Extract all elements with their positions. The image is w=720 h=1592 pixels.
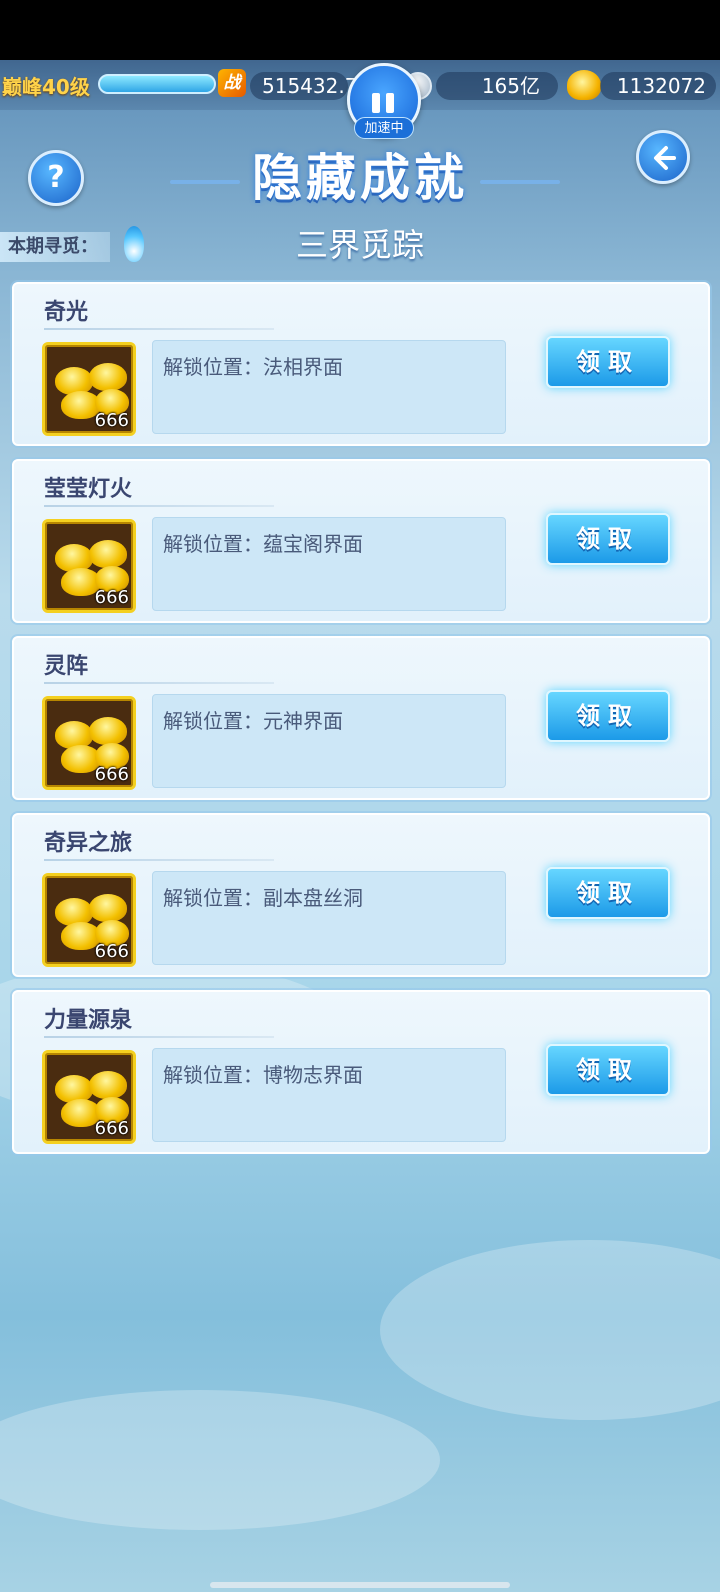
divider — [44, 859, 274, 861]
divider — [44, 328, 274, 330]
page-title: 隐藏成就 — [252, 149, 468, 207]
period-label: 本期寻觅： — [0, 232, 110, 262]
achievement-name: 奇异之旅 — [44, 831, 133, 856]
back-arrow-icon — [654, 146, 676, 170]
reward-item[interactable]: 666 — [42, 696, 136, 790]
claim-button[interactable]: 领取 — [546, 867, 670, 919]
unlock-location-text: 解锁位置：副本盘丝洞 — [163, 886, 363, 910]
achievement-name: 力量源泉 — [44, 1008, 133, 1033]
reward-count: 666 — [94, 1118, 129, 1139]
pause-icon — [386, 93, 394, 113]
reward-item[interactable]: 666 — [42, 342, 136, 436]
speed-status-label: 加速中 — [354, 117, 414, 139]
gold-ingot-icon — [89, 540, 127, 568]
claim-button[interactable]: 领取 — [546, 1044, 670, 1096]
background-mist — [0, 1390, 440, 1530]
unlock-location-text: 解锁位置：元神界面 — [163, 709, 343, 733]
combat-power-value: 515432.7 — [250, 72, 357, 100]
experience-bar — [98, 74, 216, 94]
achievement-card: 力量源泉 666 解锁位置：博物志界面 领取 — [12, 990, 710, 1154]
silver-amount: 165亿 — [436, 72, 558, 100]
achievement-card: 奇光 666 解锁位置：法相界面 领取 — [12, 282, 710, 446]
gold-ingot-icon — [567, 70, 601, 100]
claim-button[interactable]: 领取 — [546, 336, 670, 388]
back-button[interactable] — [636, 130, 690, 184]
achievement-name: 灵阵 — [44, 654, 89, 679]
gold-amount: 1132072 — [600, 72, 716, 100]
achievement-name: 莹莹灯火 — [44, 477, 133, 502]
reward-count: 666 — [94, 764, 129, 785]
reward-count: 666 — [94, 587, 129, 608]
unlock-description-box: 解锁位置：蕴宝阁界面 — [152, 517, 506, 611]
unlock-location-text: 解锁位置：法相界面 — [163, 355, 343, 379]
game-screen: 巅峰40级 战 515432.7 165亿 1132072 加速中 ? 隐藏成就… — [0, 60, 720, 1592]
claim-button[interactable]: 领取 — [546, 690, 670, 742]
reward-item[interactable]: 666 — [42, 873, 136, 967]
unlock-location-text: 解锁位置：博物志界面 — [163, 1063, 363, 1087]
divider — [44, 682, 274, 684]
achievement-name: 奇光 — [44, 300, 89, 325]
reward-item[interactable]: 666 — [42, 519, 136, 613]
reward-item[interactable]: 666 — [42, 1050, 136, 1144]
divider — [44, 1036, 274, 1038]
unlock-location-text: 解锁位置：蕴宝阁界面 — [163, 532, 363, 556]
combat-power-icon: 战 — [218, 69, 246, 97]
gold-ingot-icon — [89, 717, 127, 745]
divider — [44, 505, 274, 507]
achievement-card: 灵阵 666 解锁位置：元神界面 领取 — [12, 636, 710, 800]
claim-button[interactable]: 领取 — [546, 513, 670, 565]
unlock-description-box: 解锁位置：法相界面 — [152, 340, 506, 434]
gold-ingot-icon — [89, 363, 127, 391]
achievement-card: 莹莹灯火 666 解锁位置：蕴宝阁界面 领取 — [12, 459, 710, 623]
unlock-description-box: 解锁位置：副本盘丝洞 — [152, 871, 506, 965]
background-mist — [380, 1240, 720, 1420]
pause-icon — [372, 93, 380, 113]
achievement-card: 奇异之旅 666 解锁位置：副本盘丝洞 领取 — [12, 813, 710, 977]
period-name: 三界觅踪 — [295, 226, 424, 264]
help-button[interactable]: ? — [28, 150, 84, 206]
gold-ingot-icon — [89, 1071, 127, 1099]
player-level: 巅峰40级 — [2, 75, 90, 99]
gold-ingot-icon — [89, 894, 127, 922]
unlock-description-box: 解锁位置：元神界面 — [152, 694, 506, 788]
unlock-description-box: 解锁位置：博物志界面 — [152, 1048, 506, 1142]
reward-count: 666 — [94, 941, 129, 962]
reward-count: 666 — [94, 410, 129, 431]
home-indicator[interactable] — [210, 1582, 510, 1588]
spirit-flame-icon — [124, 226, 144, 262]
